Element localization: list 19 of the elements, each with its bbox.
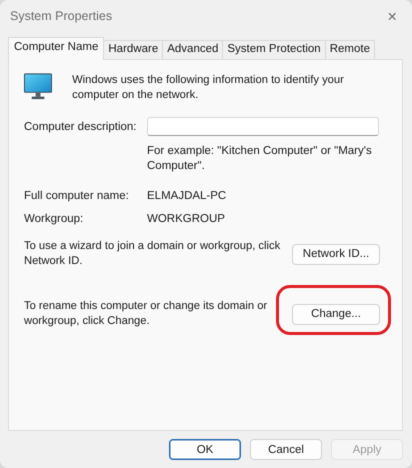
description-field[interactable] — [147, 117, 379, 136]
field-label: Computer description: — [24, 120, 138, 132]
monitor-icon — [24, 73, 52, 100]
dialog-button[interactable]: Cancel — [250, 439, 322, 460]
instruction-text: To use a wizard to join a domain or workgroup, click Network ID. — [24, 239, 282, 269]
dialog-button[interactable]: OK — [169, 439, 241, 460]
network-id-button[interactable]: Network ID... — [292, 244, 380, 264]
tab[interactable]: Remote — [324, 40, 375, 59]
field-label: Full computer name: — [24, 188, 130, 204]
change-button[interactable]: Change... — [292, 304, 380, 324]
field-value: WORKGROUP — [147, 212, 226, 226]
tab[interactable]: Computer Name — [8, 37, 104, 60]
field-label: Workgroup: — [24, 212, 84, 226]
instruction-text: To rename this computer or change its domain or workgroup, click Change. — [24, 299, 268, 329]
window-title: System Properties — [10, 9, 112, 23]
field-value: ELMAJDAL-PC — [147, 188, 228, 204]
hint-text: For example: "Kitchen Computer" or "Mary's Computer". — [147, 144, 373, 174]
intro-text: Windows uses the following information to identify your computer on the network. — [72, 73, 345, 103]
close-icon[interactable]: ✕ — [383, 8, 402, 24]
